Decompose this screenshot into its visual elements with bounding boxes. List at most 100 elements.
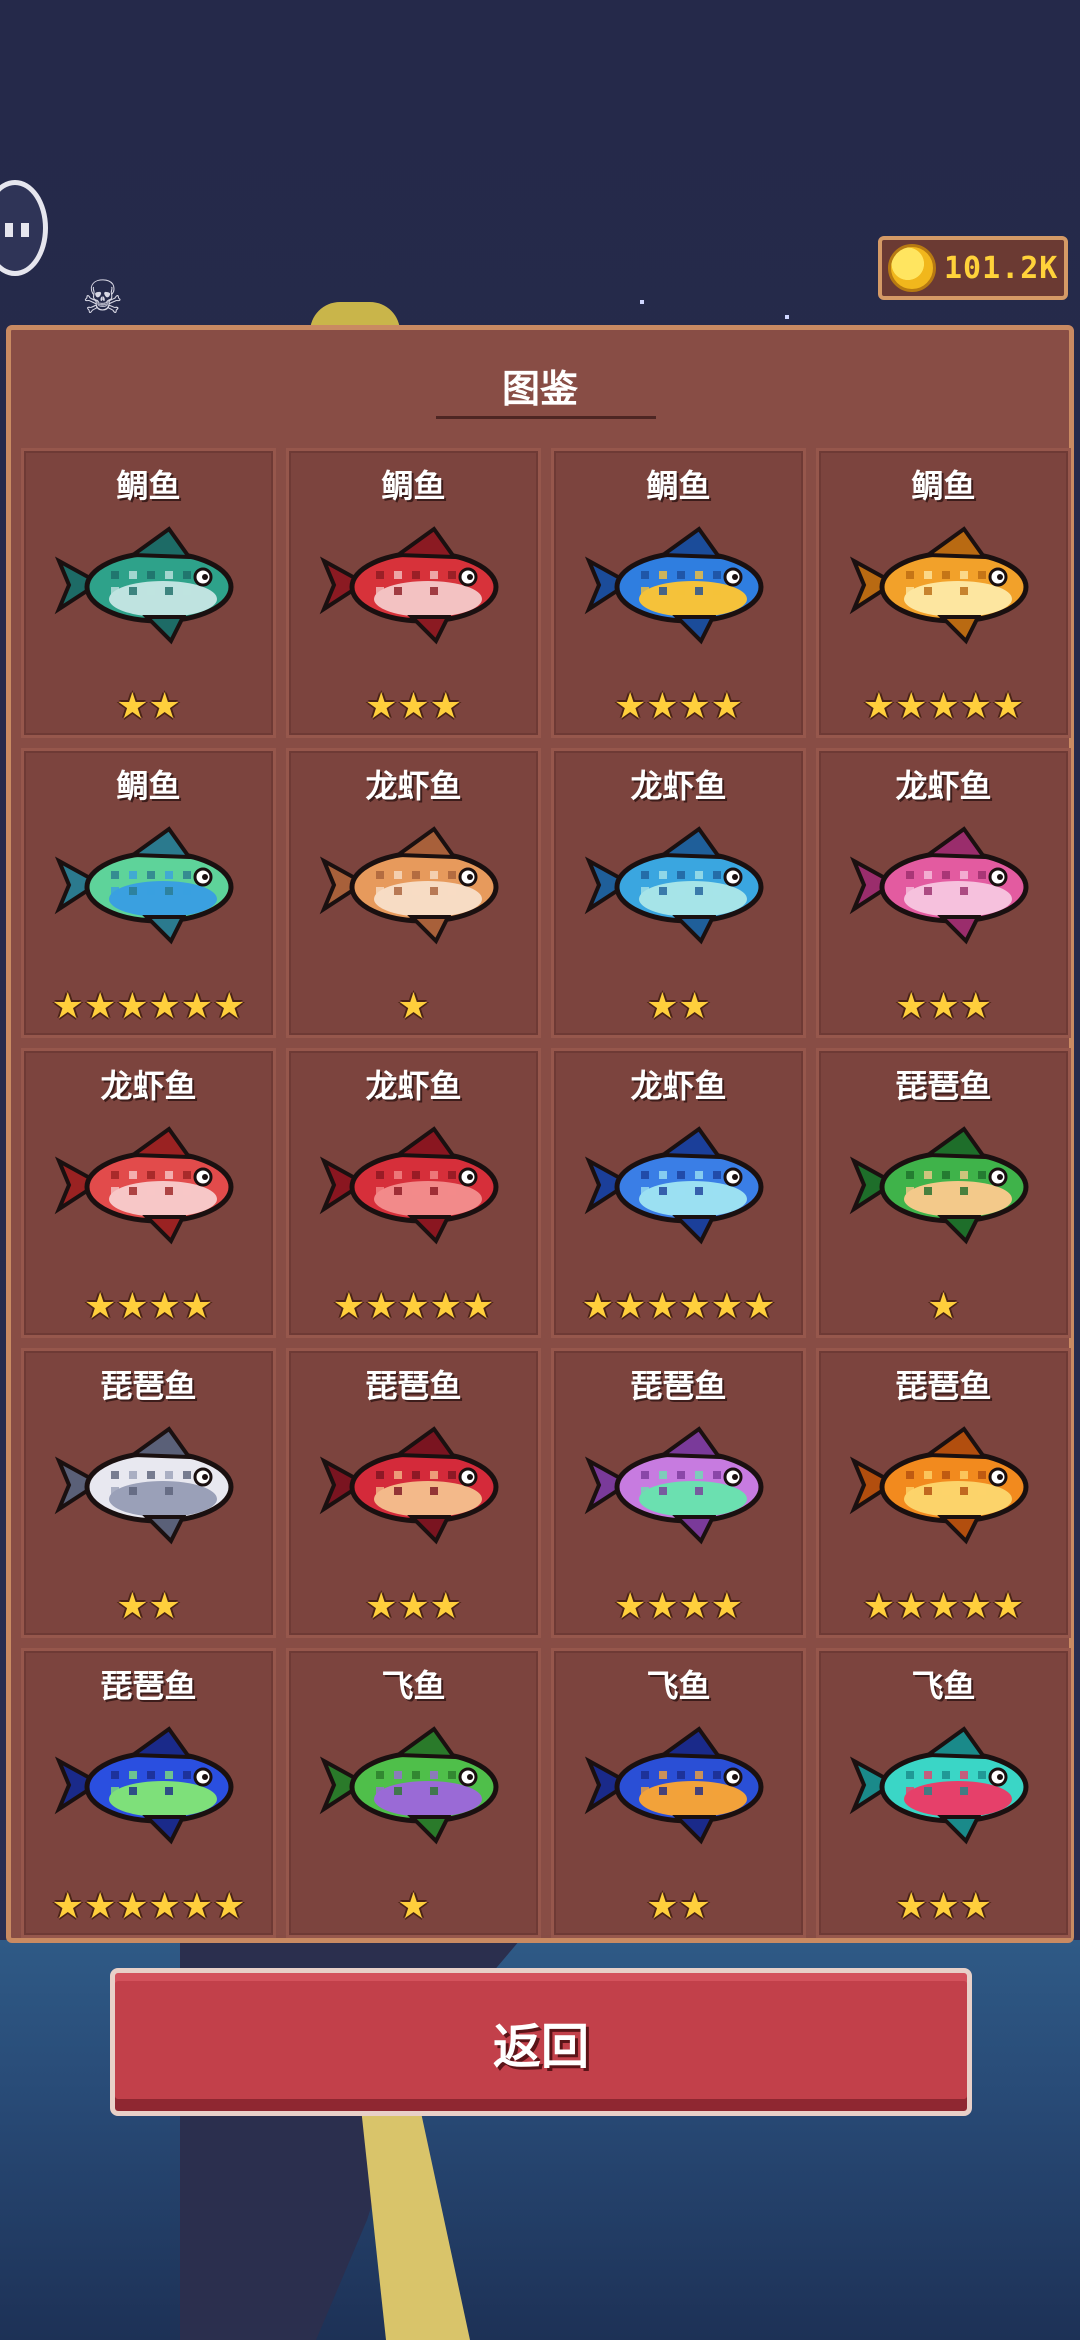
back-button[interactable]: 返回 (110, 1968, 972, 2116)
star-icon: ★ (180, 986, 214, 1027)
star-icon: ★ (991, 1586, 1025, 1627)
star-icon: ★ (613, 1286, 647, 1327)
star-icon: ★ (743, 1286, 776, 1327)
star-icon: ★ (148, 686, 181, 727)
fish-name: 龙虾鱼 (630, 1067, 727, 1105)
fish-card[interactable]: 飞鱼 ★ (286, 1648, 541, 1938)
star-icon: ★ (213, 1886, 246, 1927)
star-icon: ★ (959, 1886, 992, 1927)
fish-name: 琵琶鱼 (895, 1367, 992, 1405)
fish-icon (849, 826, 1029, 945)
fish-card[interactable]: 龙虾鱼 ★★★★ (21, 1048, 276, 1338)
fish-card[interactable]: 飞鱼 ★★★ (816, 1648, 1071, 1938)
fish-icon (849, 1126, 1029, 1245)
fish-name: 鲷鱼 (381, 467, 446, 505)
star-icon: ★ (397, 1286, 430, 1327)
gold-coin-icon (888, 244, 936, 292)
fish-icon (54, 526, 234, 645)
star-icon: ★ (51, 1886, 84, 1927)
star-icon: ★ (678, 986, 711, 1027)
fish-card[interactable]: 鲷鱼 ★★★★★ (816, 448, 1071, 738)
fish-card[interactable]: 琵琶鱼 ★★★★★★ (21, 1648, 276, 1938)
star-rating: ★★★★★★ (24, 1887, 273, 1927)
coin-counter: 101.2K (878, 236, 1068, 300)
fish-icon (319, 1426, 499, 1545)
star-rating: ★★★★★ (819, 1587, 1068, 1627)
fish-card[interactable]: 琵琶鱼 ★★★★ (551, 1348, 806, 1638)
fish-card[interactable]: 琵琶鱼 ★★★★★ (816, 1348, 1071, 1638)
fish-name: 飞鱼 (911, 1667, 976, 1705)
fish-name: 琵琶鱼 (365, 1367, 462, 1405)
star-icon: ★ (180, 1286, 214, 1327)
star-icon: ★ (927, 686, 960, 727)
star-icon: ★ (613, 686, 647, 727)
fish-icon (319, 826, 499, 945)
fish-card[interactable]: 鲷鱼 ★★★★ (551, 448, 806, 738)
star-rating: ★★★★★★ (24, 987, 273, 1027)
fish-icon (319, 1726, 499, 1845)
fish-icon (584, 1726, 764, 1845)
star-icon: ★ (927, 1586, 960, 1627)
star-icon: ★ (332, 1286, 366, 1327)
fish-icon (584, 526, 764, 645)
star-icon: ★ (397, 1586, 430, 1627)
fish-name: 龙虾鱼 (895, 767, 992, 805)
fish-card[interactable]: 琵琶鱼 ★★★ (286, 1348, 541, 1638)
fish-icon (584, 826, 764, 945)
star-icon: ★ (678, 1886, 711, 1927)
fish-name: 飞鱼 (381, 1667, 446, 1705)
fish-card[interactable]: 琵琶鱼 ★★ (21, 1348, 276, 1638)
fish-name: 琵琶鱼 (630, 1367, 727, 1405)
star-icon: ★ (959, 986, 992, 1027)
star-rating: ★★★ (289, 1587, 538, 1627)
star-icon: ★ (895, 986, 928, 1027)
star-icon: ★ (927, 986, 960, 1027)
star-rating: ★ (289, 1887, 538, 1927)
star-icon: ★ (895, 686, 928, 727)
star-icon: ★ (429, 686, 462, 727)
fish-icon (584, 1126, 764, 1245)
star-icon: ★ (895, 1586, 928, 1627)
fish-card[interactable]: 鲷鱼 ★★ (21, 448, 276, 738)
fish-name: 琵琶鱼 (895, 1067, 992, 1105)
fish-card[interactable]: 琵琶鱼 ★ (816, 1048, 1071, 1338)
fish-card[interactable]: 鲷鱼 ★★★★★★ (21, 748, 276, 1038)
star-icon: ★ (678, 1286, 711, 1327)
coin-amount: 101.2K (944, 250, 1059, 286)
star-icon: ★ (646, 1586, 679, 1627)
fish-card[interactable]: 龙虾鱼 ★★ (551, 748, 806, 1038)
star-icon: ★ (613, 1586, 647, 1627)
fish-icon (849, 1726, 1029, 1845)
fish-name: 飞鱼 (646, 1667, 711, 1705)
fish-card[interactable]: 龙虾鱼 ★★★★★★ (551, 1048, 806, 1338)
fish-card[interactable]: 龙虾鱼 ★★★★★ (286, 1048, 541, 1338)
collection-panel: 图鉴 鲷鱼 ★★ 鲷鱼 ★★★ 鲷鱼 ★★★★ 鲷鱼 ★★★★★ 鲷鱼 ★★★★★★ 龙虾鱼 ★ 龙虾鱼… (6, 325, 1074, 1943)
fish-card[interactable]: 飞鱼 ★★ (551, 1648, 806, 1938)
fish-name: 龙虾鱼 (630, 767, 727, 805)
star-icon: ★ (116, 1886, 149, 1927)
star-rating: ★★★ (289, 687, 538, 727)
star-rating: ★★★★ (554, 687, 803, 727)
fish-name: 琵琶鱼 (100, 1667, 197, 1705)
star-icon: ★ (927, 1886, 960, 1927)
star-icon: ★ (148, 1886, 181, 1927)
star-icon: ★ (927, 1286, 960, 1327)
title-divider (436, 416, 656, 419)
star-icon: ★ (148, 986, 181, 1027)
star-icon: ★ (710, 1586, 744, 1627)
back-button-label: 返回 (492, 2019, 589, 2075)
fish-card[interactable]: 龙虾鱼 ★★★ (816, 748, 1071, 1038)
star-rating: ★★★★★ (819, 687, 1068, 727)
fish-card[interactable]: 龙虾鱼 ★ (286, 748, 541, 1038)
star-icon: ★ (862, 1586, 896, 1627)
panel-title: 图鉴 (501, 367, 578, 411)
star-icon: ★ (959, 686, 992, 727)
star-icon: ★ (710, 686, 744, 727)
star-icon: ★ (116, 986, 149, 1027)
star-rating: ★ (819, 1287, 1068, 1327)
fish-name: 鲷鱼 (116, 467, 181, 505)
fish-card[interactable]: 鲷鱼 ★★★ (286, 448, 541, 738)
fish-name: 琵琶鱼 (100, 1367, 197, 1405)
star-icon: ★ (895, 1886, 928, 1927)
star-icon: ★ (365, 1286, 398, 1327)
